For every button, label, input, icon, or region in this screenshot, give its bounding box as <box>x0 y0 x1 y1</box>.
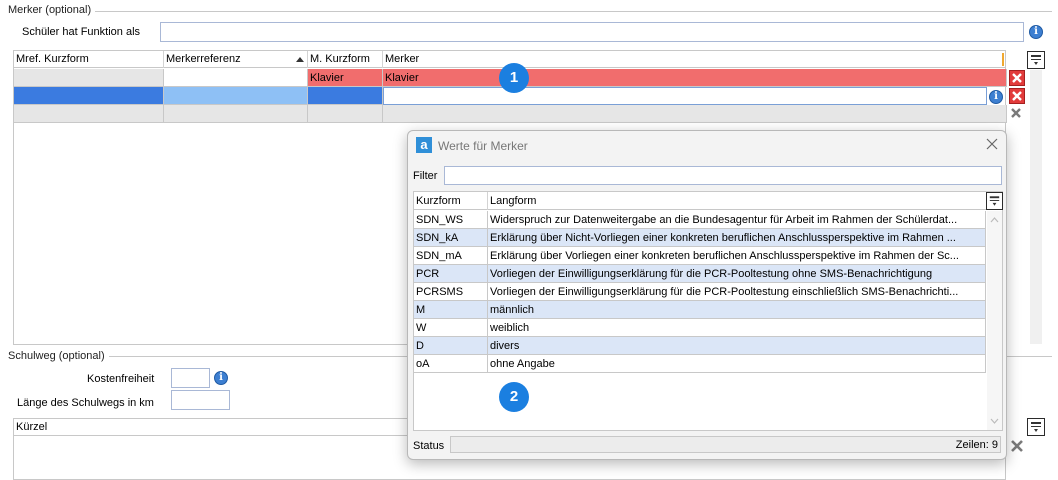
list-item[interactable]: PCR Vorliegen der Einwilligungserklärung… <box>414 265 986 283</box>
delete-row-disabled-icon[interactable] <box>1009 106 1025 122</box>
row-count: Zeilen: 9 <box>955 439 998 451</box>
col-merkerreferenz[interactable]: Merkerreferenz <box>164 51 308 68</box>
cell-merkerreferenz[interactable] <box>164 87 308 105</box>
item-kurzform[interactable]: SDN_WS <box>414 211 488 229</box>
schueler-funktion-input[interactable] <box>160 22 1024 42</box>
grid-menu-button[interactable] <box>1027 51 1045 69</box>
list-item[interactable]: D divers <box>414 337 986 355</box>
list-item[interactable]: M männlich <box>414 301 986 319</box>
sort-ascending-icon <box>296 57 304 62</box>
cell-m-kurzform[interactable] <box>308 87 383 105</box>
laenge-schulweg-label: Länge des Schulwegs in km <box>17 397 154 409</box>
col-kuerzel[interactable]: Kürzel <box>14 419 414 436</box>
scroll-up-icon <box>990 217 999 223</box>
item-langform[interactable]: männlich <box>488 301 986 319</box>
item-kurzform[interactable]: M <box>414 301 488 319</box>
laenge-schulweg-input[interactable] <box>171 390 230 410</box>
merker-group-line <box>6 11 1052 12</box>
col-m-kurzform[interactable]: M. Kurzform <box>308 51 383 68</box>
werte-dialog: a Werte für Merker Filter Kurzform Langf… <box>407 130 1007 460</box>
kostenfreiheit-label: Kostenfreiheit <box>87 373 155 385</box>
dialog-title: Werte für Merker <box>438 139 528 153</box>
item-langform[interactable]: divers <box>488 337 986 355</box>
cell-merker[interactable] <box>383 105 1007 123</box>
delete-row-disabled-icon[interactable] <box>1009 438 1025 457</box>
schulweg-group-title: Schulweg (optional) <box>4 350 109 362</box>
item-langform[interactable]: Widerspruch zur Datenweitergabe an die B… <box>488 211 986 229</box>
col-mref-kurzform[interactable]: Mref. Kurzform <box>14 51 164 68</box>
item-langform[interactable]: Erklärung über Vorliegen einer konkreten… <box>488 247 986 265</box>
cell-m-kurzform[interactable]: Klavier <box>308 69 383 87</box>
list-item[interactable]: SDN_kA Erklärung über Nicht-Vorliegen ei… <box>414 229 986 247</box>
list-item[interactable]: SDN_mA Erklärung über Vorliegen einer ko… <box>414 247 986 265</box>
grid-menu-button[interactable] <box>1027 418 1045 436</box>
werte-list-header: Kurzform Langform <box>414 192 986 210</box>
column-resize-handle[interactable] <box>1002 53 1004 66</box>
cell-merkerreferenz[interactable] <box>164 105 308 123</box>
list-scrollbar[interactable] <box>987 211 1002 430</box>
delete-row-icon[interactable] <box>1009 70 1025 86</box>
merker-group-title: Merker (optional) <box>4 4 96 16</box>
cell-merkerreferenz[interactable] <box>164 69 308 87</box>
filter-label: Filter <box>413 170 438 182</box>
item-kurzform[interactable]: PCR <box>414 265 488 283</box>
col-langform[interactable]: Langform <box>488 192 986 210</box>
item-langform[interactable]: weiblich <box>488 319 986 337</box>
delete-row-icon[interactable] <box>1009 88 1025 104</box>
item-langform[interactable]: Erklärung über Nicht-Vorliegen einer kon… <box>488 229 986 247</box>
list-item[interactable]: W weiblich <box>414 319 986 337</box>
info-icon[interactable]: i <box>1029 25 1043 39</box>
scroll-down-icon <box>990 418 999 424</box>
status-label: Status <box>413 440 445 452</box>
annotation-badge-2: 2 <box>499 382 529 412</box>
filter-input[interactable] <box>444 166 1002 185</box>
item-langform[interactable]: ohne Angabe <box>488 355 986 373</box>
info-icon[interactable]: i <box>989 90 1003 104</box>
annotation-badge-1: 1 <box>499 63 529 93</box>
item-kurzform[interactable]: PCRSMS <box>414 283 488 301</box>
list-item[interactable]: SDN_WS Widerspruch zur Datenweitergabe a… <box>414 211 986 229</box>
cell-mref[interactable] <box>14 69 164 87</box>
app-logo-icon: a <box>416 137 432 153</box>
cell-m-kurzform[interactable] <box>308 105 383 123</box>
item-langform[interactable]: Vorliegen der Einwilligungserklärung für… <box>488 283 986 301</box>
cell-merker[interactable]: Klavier <box>383 69 1007 87</box>
table-row-new[interactable] <box>14 105 1007 123</box>
cell-mref[interactable] <box>14 105 164 123</box>
col-kurzform[interactable]: Kurzform <box>414 192 488 210</box>
item-kurzform[interactable]: W <box>414 319 488 337</box>
list-item[interactable]: PCRSMS Vorliegen der Einwilligungserklär… <box>414 283 986 301</box>
info-icon[interactable]: i <box>214 371 228 385</box>
grid-scrollbar[interactable] <box>1030 70 1042 344</box>
item-kurzform[interactable]: D <box>414 337 488 355</box>
status-bar: Zeilen: 9 <box>450 436 1001 453</box>
werte-rows: SDN_WS Widerspruch zur Datenweitergabe a… <box>414 211 986 376</box>
col-merker[interactable]: Merker <box>383 51 1005 68</box>
list-menu-button[interactable] <box>986 192 1003 210</box>
close-icon[interactable] <box>984 136 1000 152</box>
schueler-funktion-label: Schüler hat Funktion als <box>22 26 141 38</box>
item-kurzform[interactable]: SDN_mA <box>414 247 488 265</box>
list-item[interactable]: oA ohne Angabe <box>414 355 986 373</box>
item-kurzform[interactable]: SDN_kA <box>414 229 488 247</box>
kostenfreiheit-input[interactable] <box>171 368 210 388</box>
item-langform[interactable]: Vorliegen der Einwilligungserklärung für… <box>488 265 986 283</box>
cell-mref[interactable] <box>14 87 164 105</box>
merker-edit-input[interactable] <box>383 87 987 105</box>
item-kurzform[interactable]: oA <box>414 355 488 373</box>
